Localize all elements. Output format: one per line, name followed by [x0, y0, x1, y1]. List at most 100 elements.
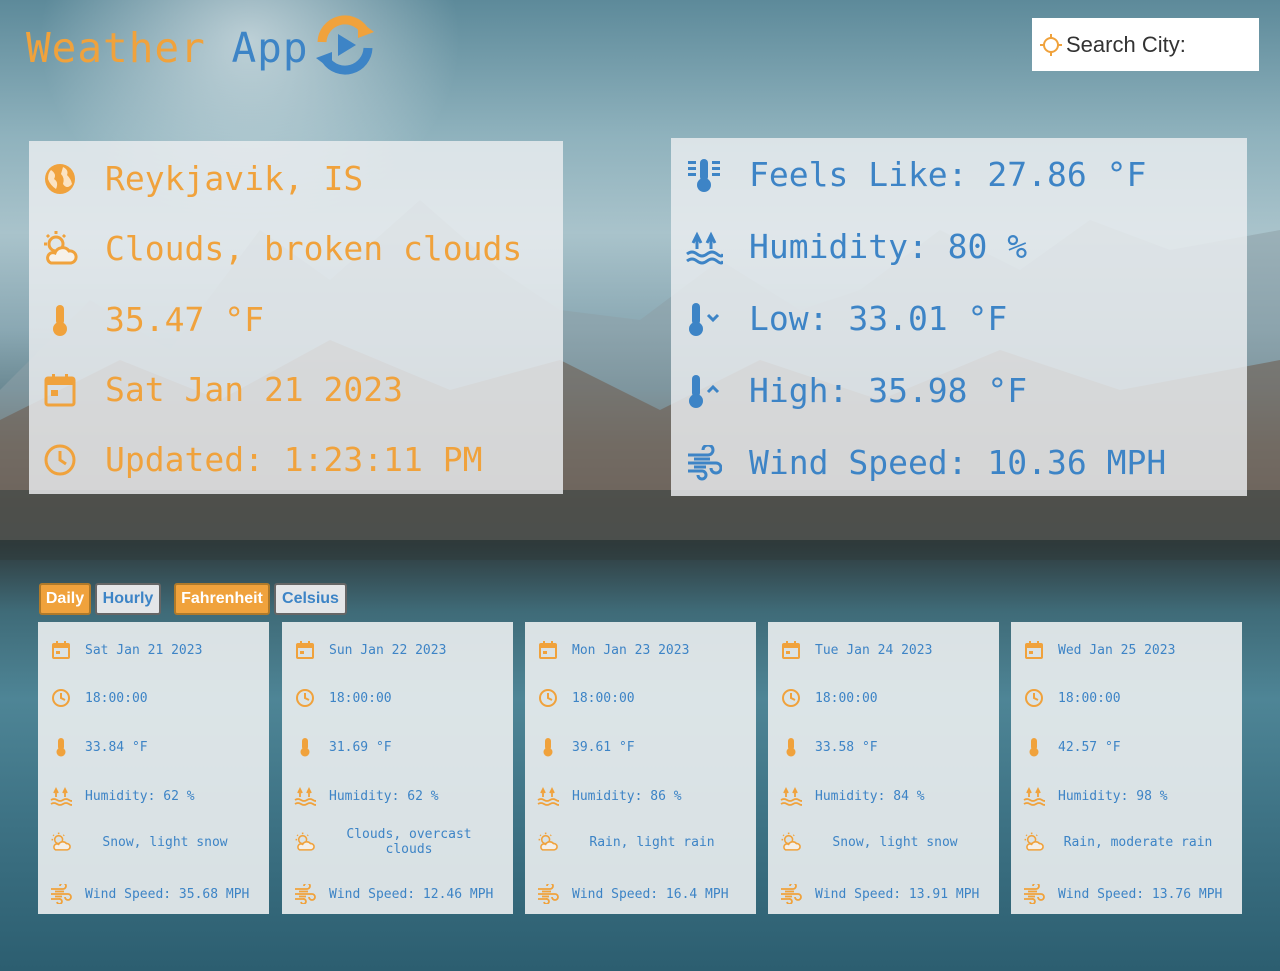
temperature-row: 35.47 °F	[41, 300, 264, 339]
calendar-icon	[537, 639, 559, 661]
wind-icon	[780, 883, 802, 905]
feels-like-text: Feels Like: 27.86 °F	[749, 155, 1147, 194]
forecast-humidity-row: Humidity: 98 %	[1023, 785, 1168, 807]
forecast-description: Clouds, overcast clouds	[346, 827, 472, 857]
forecast-date-row: Sun Jan 22 2023	[294, 639, 446, 661]
forecast-humidity: Humidity: 84 %	[815, 788, 925, 804]
forecast-time: 18:00:00	[572, 690, 635, 706]
clock-icon	[50, 687, 72, 709]
forecast-description-row: Rain, light rain	[537, 828, 732, 856]
thermometer-icon	[537, 736, 559, 758]
forecast-date-row: Mon Jan 23 2023	[537, 639, 689, 661]
date-text: Sat Jan 21 2023	[105, 370, 404, 409]
forecast-wind-row: Wind Speed: 16.4 MPH	[537, 883, 729, 905]
search-input[interactable]	[1064, 30, 1248, 59]
forecast-description: Rain, moderate rain	[1063, 834, 1213, 850]
forecast-card: Sun Jan 22 2023 18:00:00 31.69 °F Humidity:…	[282, 622, 513, 914]
wind-icon	[50, 883, 72, 905]
refresh-logo-icon	[316, 15, 374, 75]
temperature-text: 35.47 °F	[105, 300, 264, 339]
forecast-description-row: Snow, light snow	[780, 828, 975, 856]
humidity-icon	[685, 228, 723, 266]
forecast-humidity: Humidity: 98 %	[1058, 788, 1168, 804]
weather-condition-icon	[294, 831, 316, 853]
forecast-wind-row: Wind Speed: 35.68 MPH	[50, 883, 249, 905]
wind-icon	[537, 883, 559, 905]
forecast-humidity-row: Humidity: 84 %	[780, 785, 925, 807]
forecast-date: Tue Jan 24 2023	[815, 642, 933, 658]
humidity-icon	[294, 785, 316, 807]
forecast-temp-row: 39.61 °F	[537, 736, 635, 758]
updated-text: Updated: 1:23:11 PM	[105, 440, 483, 479]
weather-condition-icon	[1023, 831, 1045, 853]
daily-button[interactable]: Daily	[39, 583, 91, 615]
calendar-icon	[294, 639, 316, 661]
calendar-icon	[50, 639, 72, 661]
condition-text: Clouds, broken clouds	[105, 229, 523, 268]
forecast-date: Mon Jan 23 2023	[572, 642, 690, 658]
forecast-wind-row: Wind Speed: 13.91 MPH	[780, 883, 979, 905]
clock-icon	[41, 441, 79, 479]
calendar-icon	[780, 639, 802, 661]
humidity-text: Humidity: 80 %	[749, 227, 1028, 266]
forecast-date-row: Tue Jan 24 2023	[780, 639, 932, 661]
celsius-button[interactable]: Celsius	[274, 583, 347, 615]
forecast-date-row: Sat Jan 21 2023	[50, 639, 202, 661]
clock-icon	[537, 687, 559, 709]
details-panel: Feels Like: 27.86 °F Humidity: 80 % Low:…	[671, 138, 1247, 496]
forecast-time: 18:00:00	[85, 690, 148, 706]
date-row: Sat Jan 21 2023	[41, 370, 403, 409]
thermometer-icon	[780, 736, 802, 758]
forecast-date: Sat Jan 21 2023	[85, 642, 203, 658]
forecast-time: 18:00:00	[1058, 690, 1121, 706]
forecast-temp: 39.61 °F	[572, 739, 635, 755]
forecast-time-row: 18:00:00	[50, 687, 148, 709]
feels-like-row: Feels Like: 27.86 °F	[685, 155, 1146, 194]
humidity-icon	[537, 785, 559, 807]
forecast-wind: Wind Speed: 13.76 MPH	[1058, 886, 1223, 902]
forecast-temp-row: 33.84 °F	[50, 736, 148, 758]
location-text: Reykjavik, IS	[105, 159, 364, 198]
forecast-wind: Wind Speed: 12.46 MPH	[329, 886, 494, 902]
thermometer-icon	[1023, 736, 1045, 758]
fahrenheit-button[interactable]: Fahrenheit	[174, 583, 270, 615]
low-row: Low: 33.01 °F	[685, 299, 1007, 338]
humidity-icon	[50, 785, 72, 807]
forecast-wind: Wind Speed: 35.68 MPH	[85, 886, 250, 902]
forecast-humidity-row: Humidity: 62 %	[294, 785, 439, 807]
forecast-time-row: 18:00:00	[294, 687, 392, 709]
thermometer-gauge-icon	[685, 156, 723, 194]
humidity-icon	[780, 785, 802, 807]
clock-icon	[1023, 687, 1045, 709]
forecast-time: 18:00:00	[815, 690, 878, 706]
wind-row: Wind Speed: 10.36 MPH	[685, 443, 1166, 482]
forecast-date-row: Wed Jan 25 2023	[1023, 639, 1175, 661]
clock-icon	[294, 687, 316, 709]
wind-icon	[685, 444, 723, 482]
forecast-description: Snow, light snow	[832, 834, 958, 850]
search-box[interactable]	[1032, 18, 1259, 71]
humidity-icon	[1023, 785, 1045, 807]
forecast-description: Rain, light rain	[589, 834, 715, 850]
crosshair-icon[interactable]	[1040, 33, 1062, 56]
forecast-description-row: Snow, light snow	[50, 828, 245, 856]
forecast-date: Wed Jan 25 2023	[1058, 642, 1176, 658]
app-title-word2: App	[231, 24, 309, 72]
forecast-temp: 33.58 °F	[815, 739, 878, 755]
forecast-description-row: Rain, moderate rain	[1023, 828, 1218, 856]
weather-condition-icon	[50, 831, 72, 853]
forecast-date: Sun Jan 22 2023	[329, 642, 447, 658]
forecast-time-row: 18:00:00	[1023, 687, 1121, 709]
partly-cloudy-icon	[41, 230, 79, 268]
thermometer-icon	[50, 736, 72, 758]
forecast-temp: 33.84 °F	[85, 739, 148, 755]
forecast-humidity-row: Humidity: 62 %	[50, 785, 195, 807]
location-row: Reykjavik, IS	[41, 159, 363, 198]
high-row: High: 35.98 °F	[685, 371, 1027, 410]
forecast-temp-row: 42.57 °F	[1023, 736, 1121, 758]
thermometer-icon	[294, 736, 316, 758]
updated-row: Updated: 1:23:11 PM	[41, 440, 483, 479]
hourly-button[interactable]: Hourly	[95, 583, 161, 615]
forecast-humidity: Humidity: 62 %	[329, 788, 439, 804]
current-weather-panel: Reykjavik, IS Clouds, broken clouds 35.4…	[29, 141, 563, 494]
